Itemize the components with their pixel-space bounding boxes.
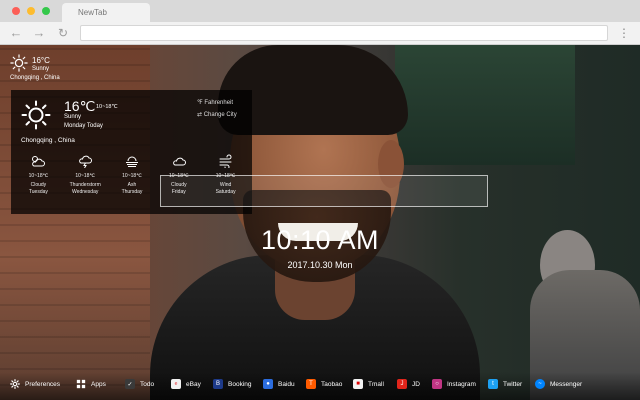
wind-icon [219,154,232,168]
link-baidu[interactable]: ● Baidu [263,378,295,390]
link-label: JD [412,380,420,388]
jd-icon: J [397,379,407,389]
change-city-button[interactable]: ⇄ Change City [197,111,237,118]
todo-icon: ✓ [125,379,135,389]
sun-icon [10,54,28,72]
link-label: Tmall [368,380,384,388]
current-condition: Sunny [64,114,82,120]
link-booking[interactable]: B Booking [213,378,252,390]
forecast-condition: Cloudy [30,182,47,188]
apps-button[interactable]: Apps [76,378,106,390]
zoom-window-button[interactable] [42,7,50,15]
mini-location: Chongqing , China [10,75,60,81]
forecast-day-name: Thursday [121,189,143,195]
preferences-label: Preferences [25,380,61,388]
link-label: Todo [140,380,155,388]
forecast-day-name: Wednesday [72,189,99,195]
messenger-icon: ~ [535,379,545,389]
mini-temp: 16°C [32,56,50,65]
link-twitter[interactable]: t Twitter [488,378,522,390]
forecast-day: 10~18℃ Ash Thursday [109,154,156,206]
tmall-icon: ■ [353,379,363,389]
link-tmall[interactable]: ■ Tmall [353,378,384,390]
back-arrow-icon[interactable]: ← [8,24,24,42]
clock-time: 10:10 AM [260,225,380,255]
link-jd[interactable]: J JD [397,378,420,390]
search-input[interactable] [160,175,488,207]
reload-icon[interactable]: ↻ [55,24,71,42]
baidu-icon: ● [263,379,273,389]
tab-strip: NewTab [0,0,640,22]
link-ebay[interactable]: e eBay [171,378,201,390]
link-label: Messenger [550,380,583,388]
link-messenger[interactable]: ~ Messenger [535,378,582,390]
twitter-icon: t [488,379,498,389]
fahrenheit-toggle[interactable]: ℉ Fahrenheit [197,99,233,106]
minimize-window-button[interactable] [27,7,35,15]
forecast-day: 10~18℃ Cloudy Tuesday [15,154,62,206]
link-label: Twitter [503,380,523,388]
menu-icon[interactable]: ⋮ [618,25,630,41]
forecast-range: 10~18℃ [75,173,96,179]
tab-newtab[interactable]: NewTab [62,3,150,22]
tab-title: NewTab [78,8,107,17]
forecast-day: 10~18℃ Thunderstorm Wednesday [62,154,109,206]
taobao-icon: T [306,379,316,389]
address-bar[interactable] [80,25,608,41]
link-label: Instagram [447,380,476,388]
link-label: Booking [228,380,252,388]
forecast-day-name: Tuesday [28,189,48,195]
ash-icon [125,156,138,167]
sun-icon [21,100,51,130]
cloud-icon [172,157,186,166]
current-day: Monday Today [64,123,103,129]
close-window-button[interactable] [12,7,20,15]
forecast-range: 10~18℃ [28,173,49,179]
forecast-range: 10~18℃ [122,173,142,179]
ebay-icon: e [171,379,181,389]
background-sign [395,45,575,165]
forward-arrow-icon[interactable]: → [31,24,47,42]
mini-condition: Sunny [32,66,50,72]
instagram-icon: ○ [432,379,442,389]
apps-grid-icon [76,379,86,389]
link-label: Baidu [278,380,295,388]
apps-label: Apps [91,380,106,388]
forecast-condition: Thunderstorm [69,182,101,188]
mini-weather-widget[interactable]: 16°C Sunny Chongqing , China [10,54,70,86]
link-taobao[interactable]: T Taobao [306,378,342,390]
forecast-condition: Ash [127,182,137,188]
thunderstorm-icon [79,155,93,168]
link-instagram[interactable]: ○ Instagram [432,378,476,390]
link-todo[interactable]: ✓ Todo [125,378,154,390]
link-label: eBay [186,380,201,388]
gear-icon [10,379,20,389]
preferences-button[interactable]: Preferences [10,378,60,390]
current-location: Chongqing , China [21,137,75,144]
cloudy-icon [32,156,46,167]
booking-icon: B [213,379,223,389]
clock-date: 2017.10.30 Mon [287,260,353,270]
browser-toolbar: ← → ↻ ⋮ [0,22,640,45]
link-label: Taobao [321,380,343,388]
current-temp: 16℃ [64,98,96,114]
current-range: 10~18℃ [96,104,118,110]
